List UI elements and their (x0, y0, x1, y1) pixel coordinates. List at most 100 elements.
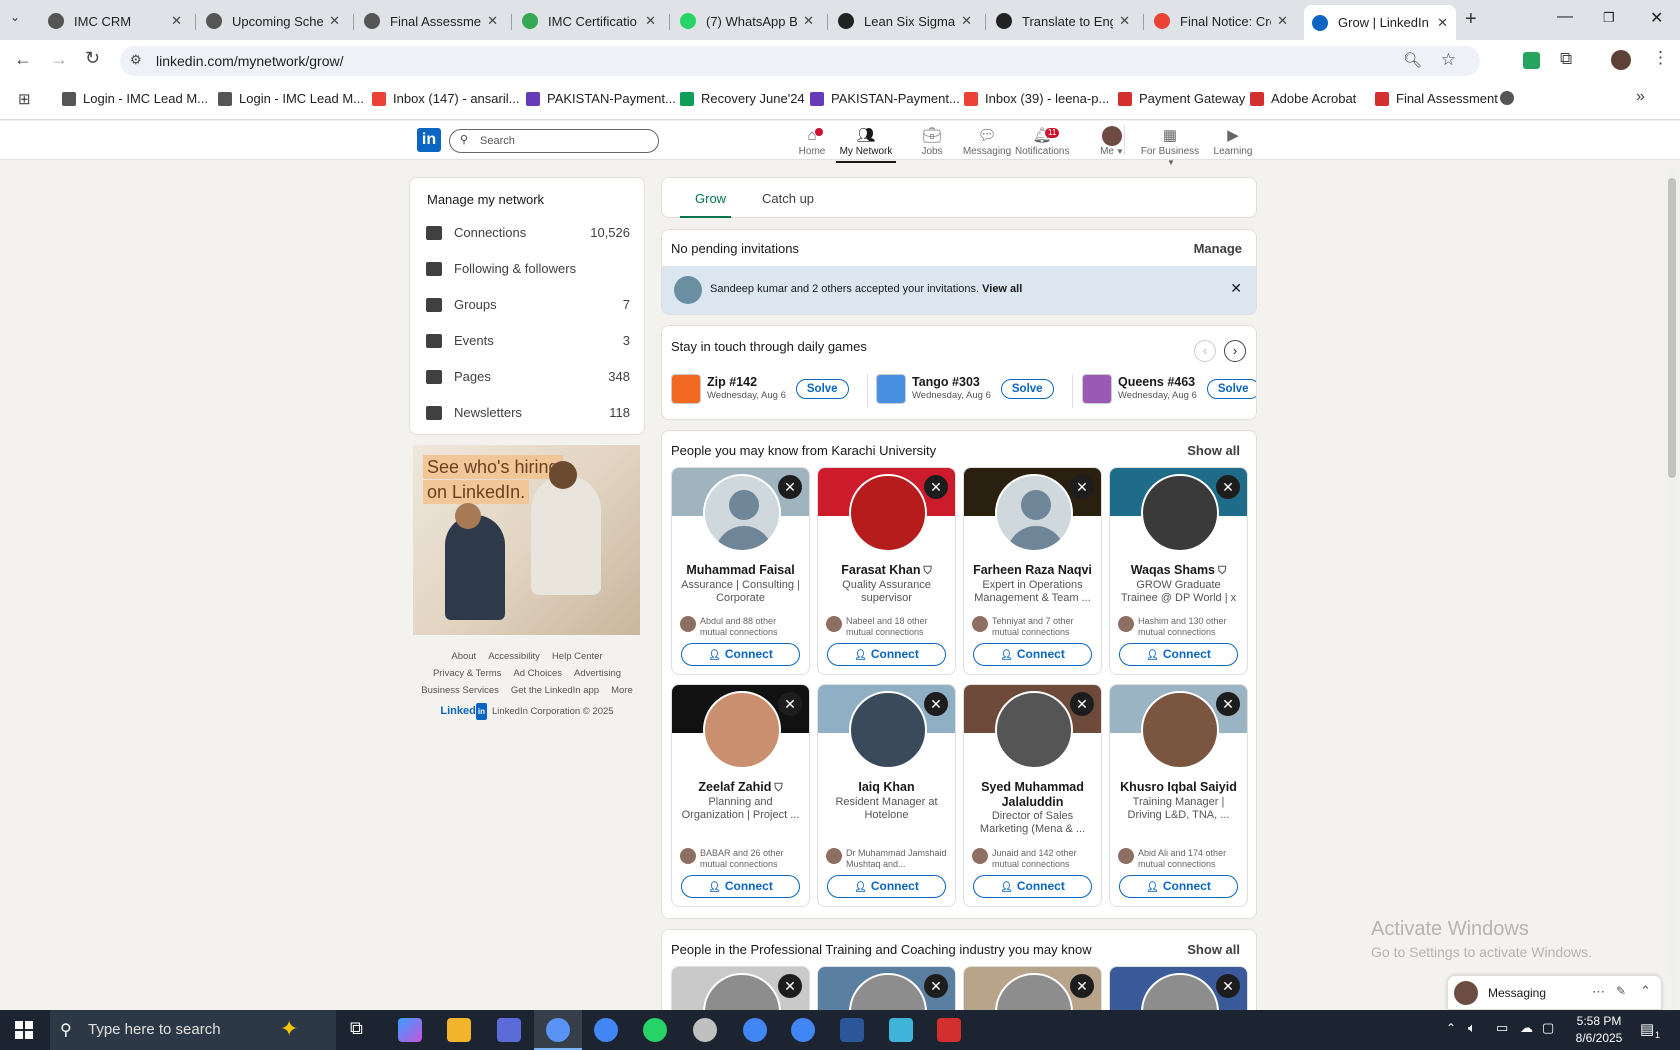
whatsapp-icon[interactable] (643, 1018, 667, 1042)
manage-invitations-link[interactable]: Manage (1194, 241, 1242, 256)
footer-link[interactable]: Privacy & Terms (433, 668, 501, 679)
whatsapp-extension-icon[interactable] (1523, 52, 1540, 69)
page-scrollbar[interactable] (1666, 164, 1678, 1010)
person-name[interactable]: Muhammad Faisal (676, 563, 805, 578)
bookmark-item[interactable]: Inbox (39) - leena-p... (964, 91, 1109, 106)
messaging-widget[interactable]: Messaging ⋯ ✎ ⌃ (1447, 975, 1662, 1010)
close-tab-icon[interactable]: ✕ (803, 13, 814, 29)
notification-center-icon[interactable]: ▤ (1640, 1020, 1654, 1038)
profile-avatar[interactable] (1611, 50, 1631, 70)
person-card[interactable]: ✕ Farheen Raza Naqvi Expert in Operations … (963, 467, 1102, 675)
game-item[interactable]: Tango #303 Wednesday, Aug 6 Solve (876, 374, 1054, 404)
person-avatar[interactable] (1141, 691, 1219, 769)
windows-start-icon[interactable] (15, 1021, 33, 1039)
bookmark-item[interactable]: Final Assessment (1375, 91, 1498, 106)
connect-button[interactable]: 👤︎ Connect (973, 875, 1092, 898)
dismiss-icon[interactable]: ✕ (924, 974, 948, 998)
browser-tab[interactable]: Lean Six Sigma L ✕ (830, 5, 980, 37)
footer-link[interactable]: About (451, 651, 476, 662)
messaging-more-icon[interactable]: ⋯ (1592, 984, 1605, 1000)
close-tab-icon[interactable]: ✕ (1437, 15, 1448, 31)
clock-date[interactable]: 8/6/2025 (1570, 1031, 1628, 1045)
restore-button[interactable]: ❐ (1603, 10, 1615, 26)
tab-search-chevron-icon[interactable]: ⌄ (10, 10, 20, 24)
reload-icon[interactable]: ↻ (85, 48, 100, 69)
compose-icon[interactable]: ✎ (1616, 984, 1626, 998)
connect-button[interactable]: 👤︎ Connect (1119, 875, 1238, 898)
clock-time[interactable]: 5:58 PM (1570, 1014, 1628, 1028)
hiring-ad-banner[interactable]: See who's hiring on LinkedIn. (413, 445, 640, 635)
solve-button[interactable]: Solve (1206, 379, 1256, 399)
person-card[interactable]: ✕ Iaiq Khan Resident Manager at Hotelone Dr… (817, 684, 956, 907)
sidebar-item-pages[interactable]: Pages 348 (410, 362, 646, 392)
acrobat-icon[interactable] (937, 1018, 961, 1042)
person-avatar[interactable] (849, 691, 927, 769)
solve-button[interactable]: Solve (795, 379, 849, 399)
footer-link[interactable]: Help Center (552, 651, 603, 662)
sidebar-item-following[interactable]: Following & followers (410, 254, 646, 284)
clock-app-icon[interactable] (693, 1018, 717, 1042)
footer-link[interactable]: Business Services (421, 685, 499, 696)
close-tab-icon[interactable]: ✕ (1277, 13, 1288, 29)
dismiss-icon[interactable]: ✕ (1070, 692, 1094, 716)
game-item[interactable]: Queens #463 Wednesday, Aug 6 Solve (1082, 374, 1256, 404)
network-tray-icon[interactable]: ▭ (1496, 1020, 1508, 1036)
person-avatar[interactable] (703, 474, 781, 552)
bookmark-star-icon[interactable]: ☆ (1441, 50, 1456, 70)
nav-messaging[interactable]: 💬︎ Messaging (960, 126, 1014, 157)
footer-link[interactable]: More (611, 685, 633, 696)
tab-catch-up[interactable]: Catch up (762, 191, 814, 206)
person-name[interactable]: Zeelaf Zahid ⛉ (676, 780, 805, 796)
dismiss-icon[interactable]: ✕ (1216, 692, 1240, 716)
dismiss-icon[interactable]: ✕ (1070, 475, 1094, 499)
bookmark-item[interactable]: Payment Gateway (1118, 91, 1245, 106)
close-tab-icon[interactable]: ✕ (645, 13, 656, 29)
person-name[interactable]: Farheen Raza Naqvi (968, 563, 1097, 578)
person-card[interactable]: ✕ Zeelaf Zahid ⛉ Planning and Organization … (671, 684, 810, 907)
site-info-icon[interactable]: ⚙ (130, 52, 142, 68)
games-prev-icon[interactable]: ‹ (1194, 340, 1216, 362)
bookmark-item[interactable]: PAKISTAN-Payment... (526, 91, 676, 106)
close-window-button[interactable]: ✕ (1650, 8, 1663, 28)
browser-tab[interactable]: (7) WhatsApp Bu ✕ (672, 5, 822, 37)
person-avatar[interactable] (849, 474, 927, 552)
browser-tab[interactable]: Final Notice: Cre ✕ (1146, 5, 1296, 37)
person-name[interactable]: Iaiq Khan (822, 780, 951, 795)
dismiss-icon[interactable]: ✕ (778, 974, 802, 998)
volume-icon[interactable]: 🔈︎ (1468, 1020, 1476, 1036)
person-card[interactable]: ✕ Muhammad Faisal Assurance | Consulting |… (671, 467, 810, 675)
view-all-link[interactable]: View all (982, 283, 1022, 295)
footer-link[interactable]: Accessibility (488, 651, 540, 662)
close-tab-icon[interactable]: ✕ (961, 13, 972, 29)
sidebar-item-groups[interactable]: Groups 7 (410, 290, 646, 320)
display-icon[interactable]: ▢ (1542, 1020, 1554, 1036)
sidebar-item-events[interactable]: Events 3 (410, 326, 646, 356)
nav-learning[interactable]: ▶ Learning (1206, 126, 1260, 157)
nav-my-network[interactable]: 👥︎ My Network (836, 126, 896, 163)
person-avatar[interactable] (995, 691, 1073, 769)
bookmark-item[interactable]: Recovery June'24 (680, 91, 805, 106)
dismiss-banner-icon[interactable]: ✕ (1230, 280, 1242, 297)
dismiss-icon[interactable]: ✕ (1070, 974, 1094, 998)
browser-tab[interactable]: IMC CRM ✕ (40, 5, 190, 37)
footer-link[interactable]: Advertising (574, 668, 621, 679)
scrollbar-thumb[interactable] (1668, 178, 1676, 478)
connect-button[interactable]: 👤︎ Connect (681, 875, 800, 898)
bookmark-item[interactable]: Adobe Acrobat (1250, 91, 1356, 106)
sidebar-item-connections[interactable]: Connections 10,526 (410, 218, 646, 248)
person-avatar[interactable] (995, 474, 1073, 552)
dismiss-icon[interactable]: ✕ (924, 475, 948, 499)
chrome-menu-icon[interactable]: ⋮ (1652, 48, 1669, 68)
extensions-icon[interactable]: ⧉ (1560, 49, 1572, 69)
browser-tab[interactable]: Upcoming Sche ✕ (198, 5, 348, 37)
copilot-icon[interactable] (398, 1018, 422, 1042)
game-item[interactable]: Zip #142 Wednesday, Aug 6 Solve (671, 374, 849, 404)
chrome-profile-4-icon[interactable] (791, 1018, 815, 1042)
person-card[interactable]: ✕ Syed Muhammad Jalaluddin Director of Sal… (963, 684, 1102, 907)
person-avatar[interactable] (1141, 474, 1219, 552)
connect-button[interactable]: 👤︎ Connect (973, 643, 1092, 666)
tray-overflow-icon[interactable]: ⌃ (1446, 1021, 1456, 1035)
bookmark-overflow-favicon[interactable] (1500, 91, 1514, 105)
minimize-button[interactable]: — (1557, 8, 1573, 26)
apps-grid-icon[interactable]: ⊞ (18, 90, 31, 108)
